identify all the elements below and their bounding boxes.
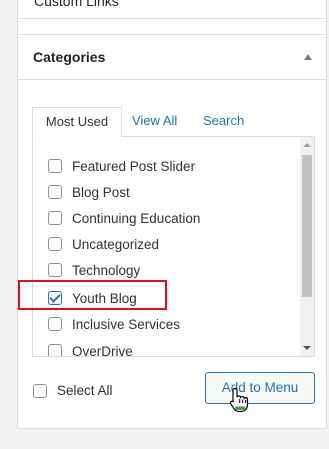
collapse-triangle-up-icon[interactable]: [304, 54, 312, 60]
list-item[interactable]: Blog Post: [48, 182, 130, 202]
categories-section-header[interactable]: Categories: [17, 34, 327, 80]
select-all[interactable]: Select All: [33, 383, 113, 398]
annotation-highlight-box: [18, 280, 167, 310]
scroll-thumb[interactable]: [302, 155, 312, 297]
item-label: Inclusive Services: [72, 316, 181, 332]
tab-search[interactable]: Search: [203, 107, 244, 137]
scrollbar[interactable]: [300, 137, 314, 356]
categories-title: Categories: [33, 49, 106, 65]
item-label: Featured Post Slider: [72, 158, 196, 174]
item-label: OverDrive: [72, 343, 133, 357]
list-item[interactable]: Uncategorized: [48, 234, 159, 254]
select-all-label: Select All: [57, 383, 113, 398]
list-item[interactable]: OverDrive: [48, 341, 133, 357]
checkbox[interactable]: [48, 237, 62, 251]
checkbox[interactable]: [48, 211, 62, 225]
checkbox[interactable]: [48, 344, 62, 356]
list-item[interactable]: Technology: [48, 260, 140, 280]
checkbox[interactable]: [48, 263, 62, 277]
hand-pointer-icon: [229, 387, 249, 413]
item-label: Uncategorized: [72, 236, 160, 252]
tab-view-all[interactable]: View All: [132, 107, 177, 137]
checkbox[interactable]: [48, 185, 62, 199]
checkbox[interactable]: [48, 317, 62, 331]
select-all-checkbox[interactable]: [33, 383, 47, 398]
tab-most-used[interactable]: Most Used: [32, 107, 122, 137]
checkbox[interactable]: [48, 159, 62, 173]
item-label: Technology: [72, 262, 141, 278]
custom-links-title: Custom Links: [34, 0, 119, 9]
scroll-down-arrow-icon[interactable]: [303, 346, 311, 350]
item-label: Blog Post: [72, 184, 130, 200]
scroll-up-arrow-icon[interactable]: [303, 143, 311, 147]
category-checklist: Featured Post Slider Blog Post Continuin…: [32, 136, 315, 357]
list-item[interactable]: Featured Post Slider: [48, 156, 195, 176]
list-item[interactable]: Continuing Education: [48, 208, 200, 228]
custom-links-section-header[interactable]: Custom Links: [17, 0, 327, 19]
add-to-menu-button[interactable]: Add to Menu: [205, 372, 315, 404]
item-label: Continuing Education: [72, 210, 201, 226]
list-item[interactable]: Inclusive Services: [48, 314, 180, 334]
